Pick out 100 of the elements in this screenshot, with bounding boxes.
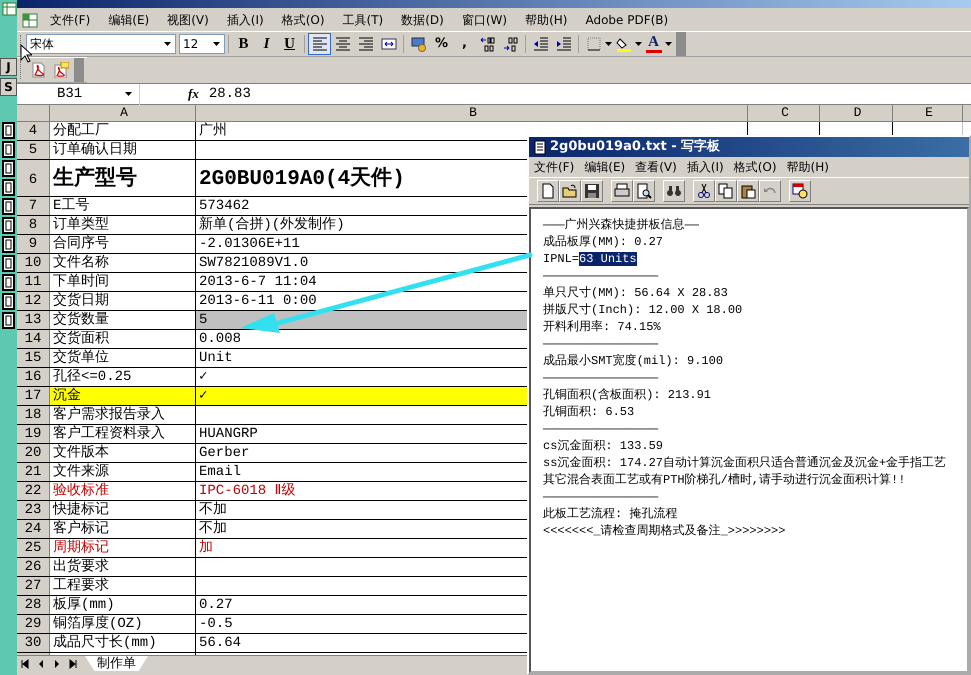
row-header[interactable]: 16: [17, 368, 50, 386]
spreadsheet-icon[interactable]: [2, 2, 17, 16]
menu-item[interactable]: 编辑(E): [579, 157, 630, 177]
row-header[interactable]: 15: [17, 349, 50, 367]
new-button[interactable]: [537, 180, 559, 202]
row-header[interactable]: 19: [17, 425, 50, 443]
copy-button[interactable]: [715, 180, 737, 202]
row-header[interactable]: 12: [17, 292, 50, 310]
window-icon[interactable]: [2, 122, 15, 139]
menu-item[interactable]: 窗口(W): [452, 10, 516, 30]
undo-button[interactable]: [759, 180, 781, 202]
row-header[interactable]: 5: [17, 141, 50, 159]
window-icon[interactable]: [2, 255, 15, 272]
date-time-button[interactable]: [789, 180, 811, 202]
font-color-button[interactable]: A: [642, 33, 665, 55]
menu-item[interactable]: 查看(V): [630, 157, 682, 177]
row-header[interactable]: 14: [17, 330, 50, 348]
row-header[interactable]: 29: [17, 615, 50, 633]
row-header[interactable]: 17: [17, 387, 50, 405]
menu-item[interactable]: 格式(O): [272, 10, 334, 30]
window-icon[interactable]: [2, 198, 15, 215]
column-header[interactable]: E: [893, 105, 963, 121]
menu-item[interactable]: 视图(V): [158, 10, 218, 30]
taskbar-button[interactable]: S: [0, 78, 17, 96]
underline-button[interactable]: U: [278, 33, 301, 55]
print-button[interactable]: [611, 180, 633, 202]
caret-icon[interactable]: [605, 42, 612, 46]
row-header[interactable]: 26: [17, 558, 50, 576]
open-button[interactable]: [559, 180, 581, 202]
save-icon: [584, 183, 600, 199]
menu-item[interactable]: 插入(I): [218, 10, 273, 30]
menu-item[interactable]: 文件(F): [41, 10, 100, 30]
row-header[interactable]: 7: [17, 197, 50, 215]
table-cell: 快捷标记: [50, 501, 196, 519]
row-header[interactable]: 20: [17, 444, 50, 462]
first-sheet-button[interactable]: [20, 658, 30, 668]
menu-item[interactable]: 文件(F): [529, 157, 580, 177]
row-header[interactable]: 10: [17, 254, 50, 272]
italic-button[interactable]: I: [255, 33, 278, 55]
row-header[interactable]: 8: [17, 216, 50, 234]
row-header[interactable]: 30: [17, 634, 50, 652]
row-header[interactable]: 28: [17, 596, 50, 614]
row-header[interactable]: 25: [17, 539, 50, 557]
menu-item[interactable]: 编辑(E): [99, 10, 158, 30]
window-icon[interactable]: [2, 179, 15, 196]
column-header[interactable]: B: [196, 105, 748, 121]
window-icon[interactable]: [2, 236, 15, 253]
align-left-button[interactable]: [308, 33, 331, 55]
sheet-tab[interactable]: 制作单: [85, 656, 148, 671]
row-header[interactable]: 9: [17, 235, 50, 253]
pdf-comment-icon: [52, 62, 68, 78]
cut-button[interactable]: [693, 180, 715, 202]
window-icon[interactable]: [2, 312, 15, 329]
insert-function-button[interactable]: fx: [188, 84, 199, 104]
row-header[interactable]: 6: [17, 160, 50, 196]
row-header[interactable]: 13: [17, 311, 50, 329]
table-cell: 客户标记: [50, 520, 196, 538]
save-button[interactable]: [581, 180, 603, 202]
font-dropdown[interactable]: 宋体: [26, 34, 176, 54]
percent-button[interactable]: %: [430, 33, 453, 55]
table-cell: 孔径<=0.25: [50, 368, 196, 386]
column-header[interactable]: D: [820, 105, 893, 121]
taskbar-button[interactable]: J: [0, 58, 17, 76]
window-icon[interactable]: [2, 160, 15, 177]
window-icon[interactable]: [2, 293, 15, 310]
menu-item[interactable]: 帮助(H): [782, 157, 834, 177]
menu-item[interactable]: 工具(T): [334, 10, 392, 30]
fill-color-icon: [616, 36, 632, 52]
next-sheet-button[interactable]: [52, 658, 62, 668]
row-header[interactable]: 23: [17, 501, 50, 519]
text-line: ———广州兴森快捷拼板信息——: [543, 217, 700, 234]
font-name: 宋体: [30, 36, 54, 53]
row-header[interactable]: 21: [17, 463, 50, 481]
print-preview-button[interactable]: [633, 180, 655, 202]
paste-button[interactable]: [737, 180, 759, 202]
last-sheet-button[interactable]: [68, 658, 78, 668]
column-header[interactable]: A: [50, 105, 196, 121]
menu-item[interactable]: 数据(D): [392, 10, 453, 30]
notepad-icon: [533, 139, 547, 155]
print-icon: [614, 183, 630, 199]
window-icon[interactable]: [2, 217, 15, 234]
row-header[interactable]: 24: [17, 520, 50, 538]
window-icon[interactable]: [2, 274, 15, 291]
find-button[interactable]: [663, 180, 685, 202]
row-header[interactable]: 22: [17, 482, 50, 500]
merge-center-icon: [380, 36, 396, 52]
menu-item[interactable]: 帮助(H): [516, 10, 576, 30]
window-icon[interactable]: [2, 141, 15, 158]
row-header[interactable]: 4: [17, 122, 50, 140]
comma-button[interactable]: ,: [453, 33, 476, 55]
caret-icon[interactable]: [665, 42, 672, 46]
column-header[interactable]: C: [748, 105, 820, 121]
menu-item[interactable]: 插入(I): [682, 157, 729, 177]
row-header[interactable]: 18: [17, 406, 50, 424]
bold-button[interactable]: B: [232, 33, 255, 55]
row-header[interactable]: 27: [17, 577, 50, 595]
menu-item[interactable]: Adobe PDF(B): [576, 10, 678, 30]
caret-icon[interactable]: [635, 42, 642, 46]
font-size-dropdown[interactable]: 12: [179, 34, 225, 54]
row-header[interactable]: 11: [17, 273, 50, 291]
